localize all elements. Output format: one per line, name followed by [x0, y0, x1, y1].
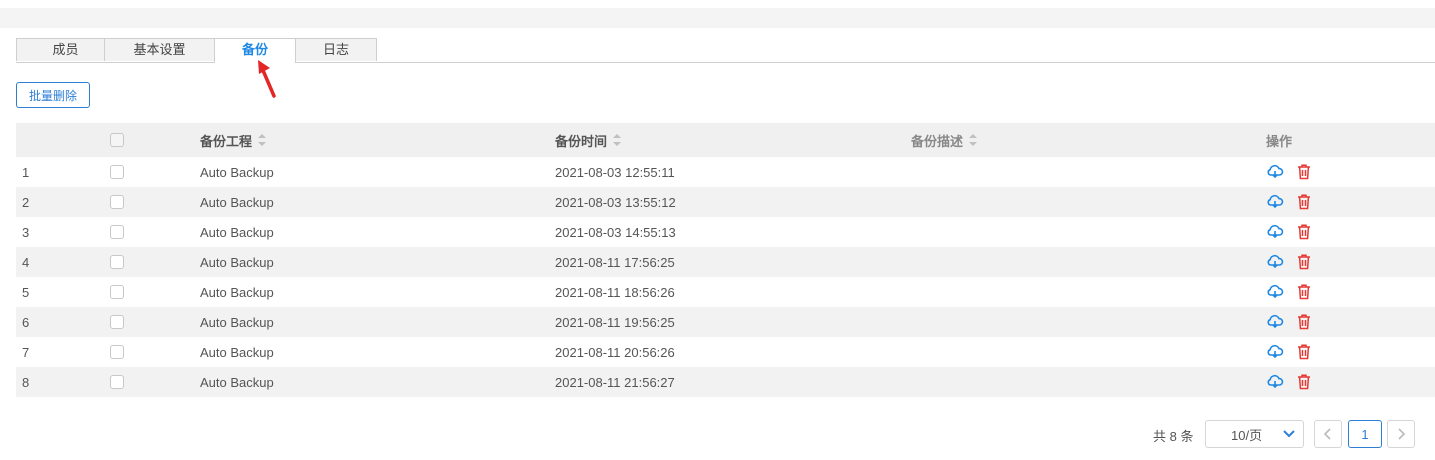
table-row: 7 Auto Backup 2021-08-11 20:56:26	[16, 337, 1435, 367]
row-project: Auto Backup	[200, 164, 274, 180]
backup-table: 备份工程 备份时间 备份描述 操作 1 Auto Backup 2021-08-03…	[16, 123, 1435, 397]
red-arrow-annotation-icon	[258, 60, 276, 98]
row-time: 2021-08-03 14:55:13	[555, 224, 676, 240]
row-time: 2021-08-11 18:56:26	[555, 284, 675, 300]
table-row: 5 Auto Backup 2021-08-11 18:56:26	[16, 277, 1435, 307]
cloud-restore-icon[interactable]	[1266, 313, 1284, 331]
chevron-down-icon	[1283, 430, 1295, 438]
table-row: 2 Auto Backup 2021-08-03 13:55:12	[16, 187, 1435, 217]
tab-members[interactable]: 成员	[16, 38, 115, 61]
column-description[interactable]: 备份描述	[911, 123, 978, 157]
sort-icon[interactable]	[613, 134, 622, 146]
row-time: 2021-08-11 19:56:25	[555, 314, 675, 330]
table-row: 1 Auto Backup 2021-08-03 12:55:11	[16, 157, 1435, 187]
row-checkbox[interactable]	[110, 345, 124, 359]
row-index: 8	[22, 374, 30, 390]
tab-basic-settings[interactable]: 基本设置	[104, 38, 215, 61]
table-row: 6 Auto Backup 2021-08-11 19:56:25	[16, 307, 1435, 337]
row-index: 6	[22, 314, 30, 330]
row-actions	[1266, 277, 1326, 307]
cloud-restore-icon[interactable]	[1266, 373, 1284, 391]
cloud-restore-icon[interactable]	[1266, 193, 1284, 211]
row-project: Auto Backup	[200, 194, 274, 210]
select-all-checkbox[interactable]	[110, 133, 124, 147]
row-time: 2021-08-11 17:56:25	[555, 254, 675, 270]
row-actions	[1266, 337, 1326, 367]
chevron-left-icon	[1323, 428, 1331, 440]
cloud-restore-icon[interactable]	[1266, 283, 1284, 301]
column-actions: 操作	[1266, 133, 1293, 149]
row-index: 3	[22, 224, 30, 240]
row-time: 2021-08-11 21:56:27	[555, 374, 675, 390]
table-header: 备份工程 备份时间 备份描述 操作	[16, 123, 1435, 157]
row-checkbox[interactable]	[110, 165, 124, 179]
row-checkbox[interactable]	[110, 195, 124, 209]
cloud-restore-icon[interactable]	[1266, 343, 1284, 361]
row-actions	[1266, 217, 1326, 247]
row-time: 2021-08-03 13:55:12	[555, 194, 676, 210]
row-actions	[1266, 367, 1326, 397]
batch-delete-button[interactable]: 批量删除	[16, 82, 90, 108]
trash-icon[interactable]	[1296, 343, 1314, 361]
page-1-button[interactable]: 1	[1348, 420, 1382, 448]
sort-icon[interactable]	[969, 134, 978, 146]
row-index: 7	[22, 344, 30, 360]
row-index: 5	[22, 284, 30, 300]
trash-icon[interactable]	[1296, 373, 1314, 391]
trash-icon[interactable]	[1296, 313, 1314, 331]
row-time: 2021-08-11 20:56:26	[555, 344, 675, 360]
row-project: Auto Backup	[200, 314, 274, 330]
row-checkbox[interactable]	[110, 375, 124, 389]
row-time: 2021-08-03 12:55:11	[555, 164, 675, 180]
row-checkbox[interactable]	[110, 315, 124, 329]
row-checkbox[interactable]	[110, 285, 124, 299]
row-actions	[1266, 157, 1326, 187]
column-project[interactable]: 备份工程	[200, 123, 267, 157]
row-project: Auto Backup	[200, 374, 274, 390]
page-size-select[interactable]: 10/页	[1205, 420, 1304, 448]
sort-icon[interactable]	[258, 134, 267, 146]
row-project: Auto Backup	[200, 224, 274, 240]
top-bar	[0, 8, 1435, 28]
next-page-button[interactable]	[1387, 420, 1415, 448]
row-index: 2	[22, 194, 30, 210]
row-project: Auto Backup	[200, 254, 274, 270]
table-row: 3 Auto Backup 2021-08-03 14:55:13	[16, 217, 1435, 247]
row-actions	[1266, 307, 1326, 337]
table-row: 8 Auto Backup 2021-08-11 21:56:27	[16, 367, 1435, 397]
table-body: 1 Auto Backup 2021-08-03 12:55:11 2 Auto Bac…	[16, 157, 1435, 397]
chevron-right-icon	[1398, 428, 1406, 440]
trash-icon[interactable]	[1296, 223, 1314, 241]
row-project: Auto Backup	[200, 344, 274, 360]
row-index: 1	[22, 164, 30, 180]
row-actions	[1266, 187, 1326, 217]
prev-page-button[interactable]	[1314, 420, 1342, 448]
cloud-restore-icon[interactable]	[1266, 253, 1284, 271]
pagination-total: 共 8 条	[1153, 429, 1194, 444]
row-project: Auto Backup	[200, 284, 274, 300]
row-actions	[1266, 247, 1326, 277]
row-checkbox[interactable]	[110, 225, 124, 239]
row-checkbox[interactable]	[110, 255, 124, 269]
table-row: 4 Auto Backup 2021-08-11 17:56:25	[16, 247, 1435, 277]
trash-icon[interactable]	[1296, 253, 1314, 271]
trash-icon[interactable]	[1296, 283, 1314, 301]
tab-log[interactable]: 日志	[295, 38, 377, 61]
tab-bar: 成员 基本设置 备份 日志	[16, 38, 1435, 63]
trash-icon[interactable]	[1296, 193, 1314, 211]
column-time[interactable]: 备份时间	[555, 123, 622, 157]
row-index: 4	[22, 254, 30, 270]
cloud-restore-icon[interactable]	[1266, 163, 1284, 181]
trash-icon[interactable]	[1296, 163, 1314, 181]
cloud-restore-icon[interactable]	[1266, 223, 1284, 241]
